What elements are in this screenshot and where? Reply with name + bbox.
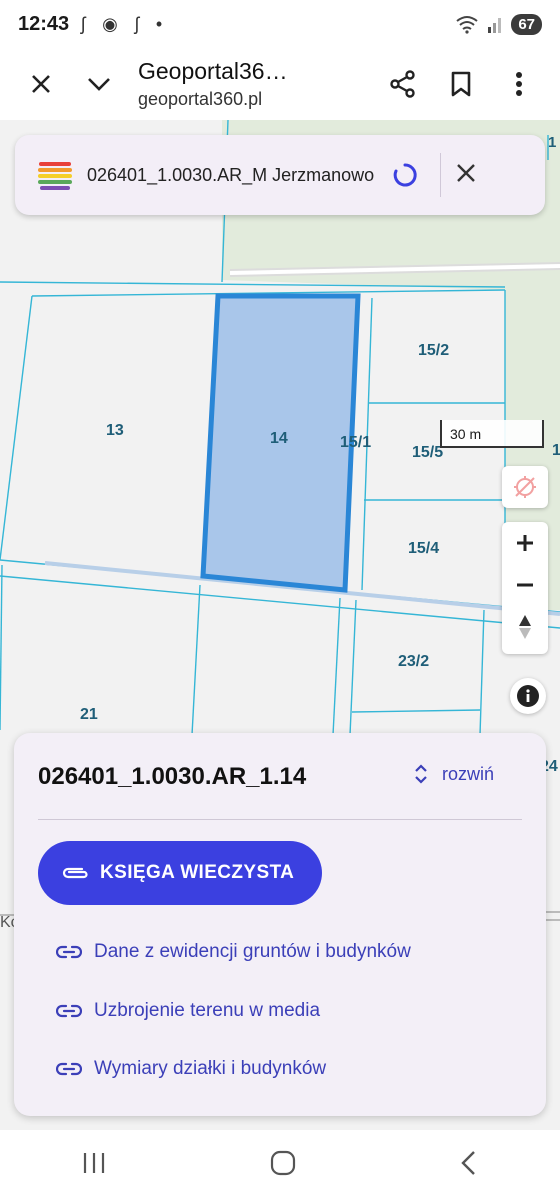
link-icon: [56, 1004, 82, 1018]
plot-label: 21: [80, 706, 98, 723]
close-icon: [457, 163, 476, 182]
expand-label: rozwiń: [442, 763, 495, 784]
link-land-records[interactable]: Dane z ewidencji gruntów i budynków: [56, 941, 411, 963]
link-icon: [56, 945, 82, 959]
more-options-button[interactable]: [494, 59, 544, 109]
paperclip-icon: [62, 867, 88, 879]
share-icon: [390, 70, 415, 98]
loading-spinner-icon: [393, 163, 417, 187]
compass-icon: [519, 615, 531, 639]
unfold-icon: [415, 764, 427, 784]
more-vert-icon: [516, 72, 522, 96]
link-label: Uzbrojenie terenu w media: [94, 1000, 321, 1021]
page-url: geoportal360.pl: [138, 89, 263, 109]
plot-label-partial: 1: [548, 134, 557, 151]
signal-icon: [488, 18, 502, 33]
plot-label: 15/5: [412, 444, 444, 461]
location-disabled-icon: [514, 476, 536, 498]
geoportal-logo-icon: [38, 162, 72, 190]
recent-apps-button[interactable]: [81, 1151, 107, 1180]
close-tab-button[interactable]: [16, 59, 66, 109]
link-icon: [56, 1062, 82, 1076]
link-label: Wymiary działki i budynków: [94, 1058, 327, 1079]
status-bar: 12:43 ʃ ◉ ʃ • 67: [0, 0, 560, 48]
home-button[interactable]: [270, 1150, 296, 1181]
plot-label: 15/4: [408, 540, 440, 557]
plot-label: 15/1: [340, 434, 372, 451]
scale-bar: 30 m: [440, 420, 544, 448]
wifi-icon: [456, 16, 478, 34]
link-utilities[interactable]: Uzbrojenie terenu w media: [56, 1000, 320, 1022]
land-register-label: KSIĘGA WIECZYSTA: [100, 862, 295, 883]
battery-indicator: 67: [511, 13, 542, 35]
clear-search-button[interactable]: [455, 162, 477, 189]
chevron-down-icon: [88, 78, 110, 91]
page-title-area: Geoportal36… geoportal360.pl: [138, 58, 378, 110]
parcel-id: 026401_1.0030.AR_1.14: [38, 763, 307, 790]
info-icon: [517, 685, 539, 707]
bookmark-button[interactable]: [436, 59, 486, 109]
scale-label: 30 m: [450, 426, 482, 442]
parcel-info-panel: 026401_1.0030.AR_1.14 rozwiń KSIĘGA WIEC…: [14, 733, 546, 1116]
back-icon: [460, 1150, 475, 1175]
back-button[interactable]: [459, 1150, 479, 1181]
locate-button[interactable]: [502, 466, 548, 508]
compass-button[interactable]: [502, 606, 548, 648]
notification-icons: ʃ ◉ ʃ •: [81, 13, 169, 34]
browser-toolbar: Geoportal36… geoportal360.pl: [0, 48, 560, 120]
expand-button[interactable]: rozwiń: [414, 763, 494, 785]
bookmark-icon: [451, 71, 471, 97]
zoom-in-button[interactable]: [502, 522, 548, 564]
plot-label: 23/2: [398, 653, 430, 670]
plus-icon: [517, 535, 533, 551]
divider: [38, 819, 522, 820]
search-query: 026401_1.0030.AR_M Jerzmanowo: [87, 164, 375, 185]
minus-icon: [517, 583, 533, 587]
info-button[interactable]: [510, 678, 546, 714]
clock: 12:43: [18, 12, 70, 35]
close-icon: [32, 75, 50, 93]
plot-label: 14: [270, 430, 288, 447]
share-button[interactable]: [378, 59, 428, 109]
zoom-out-button[interactable]: [502, 564, 548, 606]
search-bar[interactable]: 026401_1.0030.AR_M Jerzmanowo: [15, 135, 545, 215]
system-nav-bar: [0, 1130, 560, 1200]
home-icon: [270, 1150, 296, 1175]
recent-apps-icon: [84, 1152, 105, 1173]
plot-label: 15/2: [418, 342, 450, 359]
page-title: Geoportal36…: [138, 58, 288, 84]
plot-label-partial: 1: [552, 442, 560, 459]
plot-label: 13: [106, 422, 124, 439]
link-dimensions[interactable]: Wymiary działki i budynków: [56, 1058, 326, 1080]
divider: [440, 153, 442, 197]
zoom-controls: [502, 522, 548, 654]
land-register-button[interactable]: KSIĘGA WIECZYSTA: [38, 841, 322, 905]
minimize-button[interactable]: [74, 59, 124, 109]
link-label: Dane z ewidencji gruntów i budynków: [94, 941, 411, 962]
